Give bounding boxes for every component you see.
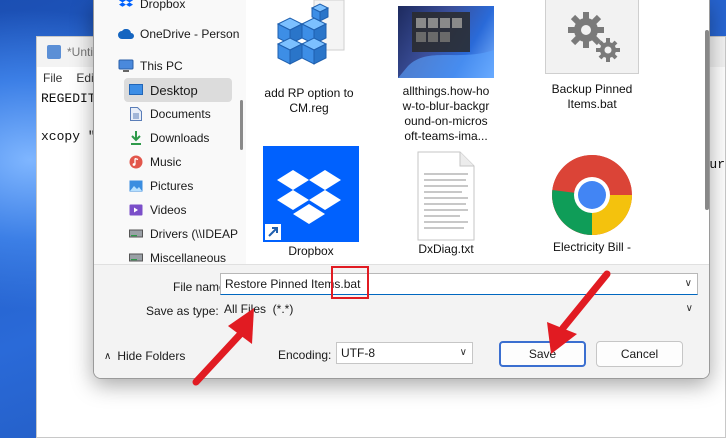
computer-icon — [118, 58, 134, 74]
registry-icon — [264, 0, 354, 80]
chevron-down-icon[interactable]: ∨ — [685, 278, 692, 289]
nav-item-label: Music — [150, 155, 182, 169]
notepad-menu-file[interactable]: File — [43, 71, 62, 85]
file-name: Backup Pinned Items.bat — [551, 82, 633, 111]
annotation-arrow — [192, 308, 254, 386]
nav-item-this-pc[interactable]: This PC — [118, 54, 244, 78]
file-item[interactable]: add RP option to CM.reg — [249, 0, 369, 116]
gear-icon — [545, 0, 639, 74]
encoding-select[interactable]: UTF-8 ∨ — [336, 342, 473, 364]
drive-icon — [128, 226, 144, 242]
file-item[interactable]: Backup Pinned Items.bat — [532, 0, 652, 112]
file-name: DxDiag.txt — [418, 242, 474, 256]
nav-item-music[interactable]: Music — [128, 150, 244, 174]
encoding-label: Encoding: — [278, 348, 332, 362]
notepad-title: *Unti — [67, 45, 94, 59]
file-name: Dropbox — [288, 244, 334, 258]
image-thumbnail — [398, 6, 494, 78]
nav-item-desktop[interactable]: Desktop — [124, 78, 232, 102]
dropbox-icon — [118, 0, 134, 12]
notepad-app-icon — [47, 45, 61, 59]
download-icon — [128, 130, 144, 146]
nav-item-label: This PC — [140, 59, 183, 73]
file-item[interactable]: Electricity Bill - — [532, 146, 652, 255]
nav-item-pictures[interactable]: Pictures — [128, 174, 244, 198]
nav-item-label: OneDrive - Person — [140, 27, 240, 41]
navigation-pane: Dropbox OneDrive - Person This PC Deskto… — [94, 0, 244, 264]
file-name: allthings.how-ho w-to-blur-backgr ound-o… — [402, 84, 490, 143]
nav-item-dropbox[interactable]: Dropbox — [118, 0, 244, 16]
chevron-down-icon[interactable]: ∨ — [460, 347, 467, 358]
nav-item-label: Desktop — [150, 82, 198, 98]
nav-item-label: Downloads — [150, 131, 210, 145]
nav-item-downloads[interactable]: Downloads — [128, 126, 244, 150]
nav-item-label: Dropbox — [140, 0, 186, 11]
nav-item-videos[interactable]: Videos — [128, 198, 244, 222]
chrome-icon — [547, 150, 637, 242]
dropbox-icon — [263, 146, 359, 242]
nav-item-miscellaneous[interactable]: Miscellaneous — [128, 246, 244, 264]
music-icon — [128, 154, 144, 170]
file-item[interactable]: DxDiag.txt — [386, 146, 506, 257]
chevron-down-icon[interactable]: ∨ — [686, 303, 693, 314]
nav-item-drivers[interactable]: Drivers (\\IDEAP — [128, 222, 244, 246]
file-name: add RP option to CM.reg — [264, 86, 354, 115]
documents-icon — [128, 106, 144, 122]
file-name: Electricity Bill - — [552, 240, 631, 254]
file-item[interactable]: Dropbox — [251, 146, 371, 259]
text-file-icon — [416, 150, 476, 242]
nav-item-onedrive[interactable]: OneDrive - Person — [118, 22, 244, 46]
file-item[interactable]: allthings.how-ho w-to-blur-backgr ound-o… — [386, 0, 506, 144]
nav-item-label: Documents — [150, 107, 211, 121]
save-as-dialog: Dropbox OneDrive - Person This PC Deskto… — [93, 0, 710, 379]
save-as-type-select[interactable]: All Files (*.*) ∨ — [220, 299, 698, 321]
nav-item-documents[interactable]: Documents — [128, 102, 244, 126]
hide-folders-button[interactable]: ∧ Hide Folders — [104, 349, 185, 363]
file-list-scrollbar[interactable] — [705, 30, 709, 210]
nav-item-label: Miscellaneous — [150, 251, 227, 264]
annotation-highlight-box — [331, 266, 369, 299]
nav-scrollbar[interactable] — [240, 100, 243, 150]
chevron-up-icon: ∧ — [104, 350, 112, 362]
save-form: File name: Restore Pinned Items.bat ∨ Sa… — [94, 264, 709, 378]
file-name-input[interactable]: Restore Pinned Items.bat ∨ — [220, 273, 698, 295]
nav-item-label: Drivers (\\IDEAP — [150, 227, 239, 241]
cloud-icon — [118, 26, 134, 42]
drive-icon — [128, 250, 144, 264]
pictures-icon — [128, 178, 144, 194]
desktop-icon — [128, 82, 144, 98]
nav-item-label: Pictures — [150, 179, 194, 193]
annotation-arrow — [547, 270, 611, 354]
nav-item-label: Videos — [150, 203, 187, 217]
file-list: add RP option to CM.reg allthings.how-ho… — [246, 0, 709, 264]
videos-icon — [128, 202, 144, 218]
